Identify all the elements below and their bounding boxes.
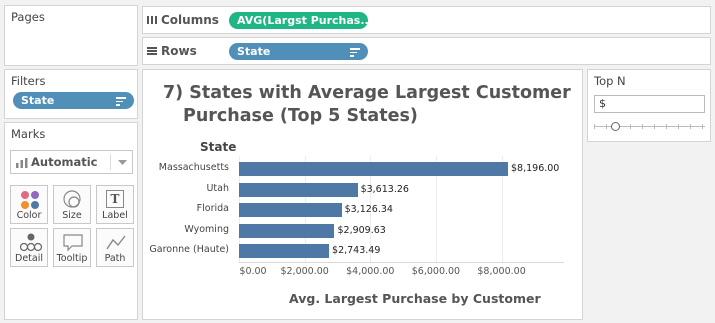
color-label: Color [16, 210, 42, 221]
category-label: Wyoming [184, 223, 229, 235]
category-label: Massachusetts [158, 162, 229, 173]
slider-tick [630, 124, 631, 129]
x-axis-line [239, 262, 564, 263]
dropdown-divider [110, 154, 111, 170]
top-n-slider[interactable] [594, 122, 705, 132]
path-label: Path [104, 253, 126, 264]
bar[interactable] [239, 223, 335, 238]
slider-tick [654, 124, 655, 129]
path-icon [106, 235, 126, 250]
rows-pill[interactable]: State [229, 43, 368, 60]
slider-tick [606, 124, 607, 129]
pages-panel: Pages [4, 5, 138, 66]
mark-type-label: Automatic [31, 155, 98, 169]
bar[interactable] [239, 203, 342, 217]
rows-shelf[interactable]: Rows State [142, 37, 711, 65]
value-label: $3,126.34 [344, 204, 393, 215]
pages-title: Pages [11, 10, 45, 24]
sort-icon [350, 48, 360, 59]
x-tick-label: $4,000.00 [346, 266, 395, 277]
rows-icon [147, 47, 157, 55]
slider-tick [642, 124, 643, 129]
slider-tick [594, 124, 595, 129]
tooltip-button[interactable]: Tooltip [53, 228, 91, 267]
slider-thumb[interactable] [610, 122, 620, 131]
color-icon [21, 191, 39, 209]
tooltip-icon [63, 234, 83, 252]
top-n-input-value: $ [599, 97, 606, 110]
x-tick-label: $8,000.00 [477, 266, 526, 277]
rows-shelf-label: Rows [147, 44, 197, 58]
columns-icon [147, 16, 157, 24]
columns-shelf-label: Columns [147, 13, 219, 27]
slider-tick [678, 124, 679, 129]
filters-panel: Filters State [4, 69, 138, 119]
label-t-icon: T [106, 190, 124, 208]
bar-chart-icon [16, 158, 28, 168]
columns-pill[interactable]: AVG(Largst Purchas...) [229, 12, 368, 29]
slider-tick [690, 124, 691, 129]
top-n-panel: Top N $ [587, 69, 711, 142]
filter-sort-icon [116, 97, 126, 108]
value-label: $2,743.49 [332, 245, 381, 256]
label-label: Label [102, 210, 128, 221]
filters-title: Filters [11, 74, 46, 88]
bar[interactable] [239, 162, 508, 176]
value-label: $8,196.00 [511, 163, 560, 174]
mark-type-dropdown[interactable]: Automatic [10, 150, 133, 174]
top-n-input[interactable]: $ [594, 95, 705, 113]
x-tick-label: $6,000.00 [411, 266, 461, 277]
top-n-title: Top N [594, 74, 626, 88]
chevron-down-icon [118, 160, 127, 165]
x-tick-label: $2,000.00 [280, 266, 329, 277]
marks-title: Marks [11, 127, 46, 141]
size-label: Size [62, 210, 82, 221]
category-label: Utah [206, 182, 229, 194]
columns-label: Columns [161, 13, 219, 27]
filter-state-pill[interactable]: State [13, 92, 134, 109]
label-button[interactable]: T Label [96, 185, 134, 224]
filter-state-label: State [21, 94, 55, 107]
bar[interactable] [239, 182, 358, 197]
tooltip-label: Tooltip [56, 253, 88, 264]
slider-tick [702, 124, 703, 129]
value-label: $2,909.63 [337, 224, 386, 236]
detail-icon [20, 233, 42, 252]
color-button[interactable]: Color [10, 185, 48, 224]
x-tick-label: $0.00 [239, 266, 267, 277]
size-icon [63, 190, 81, 208]
chart-panel: 7) States with Average Largest Customer … [142, 69, 583, 320]
columns-pill-label: AVG(Largst Purchas...) [237, 14, 368, 27]
slider-tick [666, 124, 667, 129]
detail-label: Detail [15, 253, 43, 264]
rows-pill-label: State [237, 45, 271, 58]
bar[interactable] [239, 244, 330, 258]
detail-button[interactable]: Detail [10, 228, 48, 267]
path-button[interactable]: Path [96, 228, 134, 267]
x-axis-title: Avg. Largest Purchase by Customer [289, 291, 541, 306]
value-label: $3,613.26 [360, 183, 409, 195]
category-label: Garonne (Haute) [149, 244, 229, 255]
columns-shelf[interactable]: Columns AVG(Largst Purchas...) [142, 6, 711, 34]
category-label: Florida [196, 203, 229, 214]
marks-panel: Marks Automatic Color Size T Label Detai… [4, 122, 138, 320]
size-button[interactable]: Size [53, 185, 91, 224]
plot-area: Massachusetts $8,196.00 Utah $3,613.26 Flori… [143, 70, 584, 321]
rows-label: Rows [161, 44, 197, 58]
